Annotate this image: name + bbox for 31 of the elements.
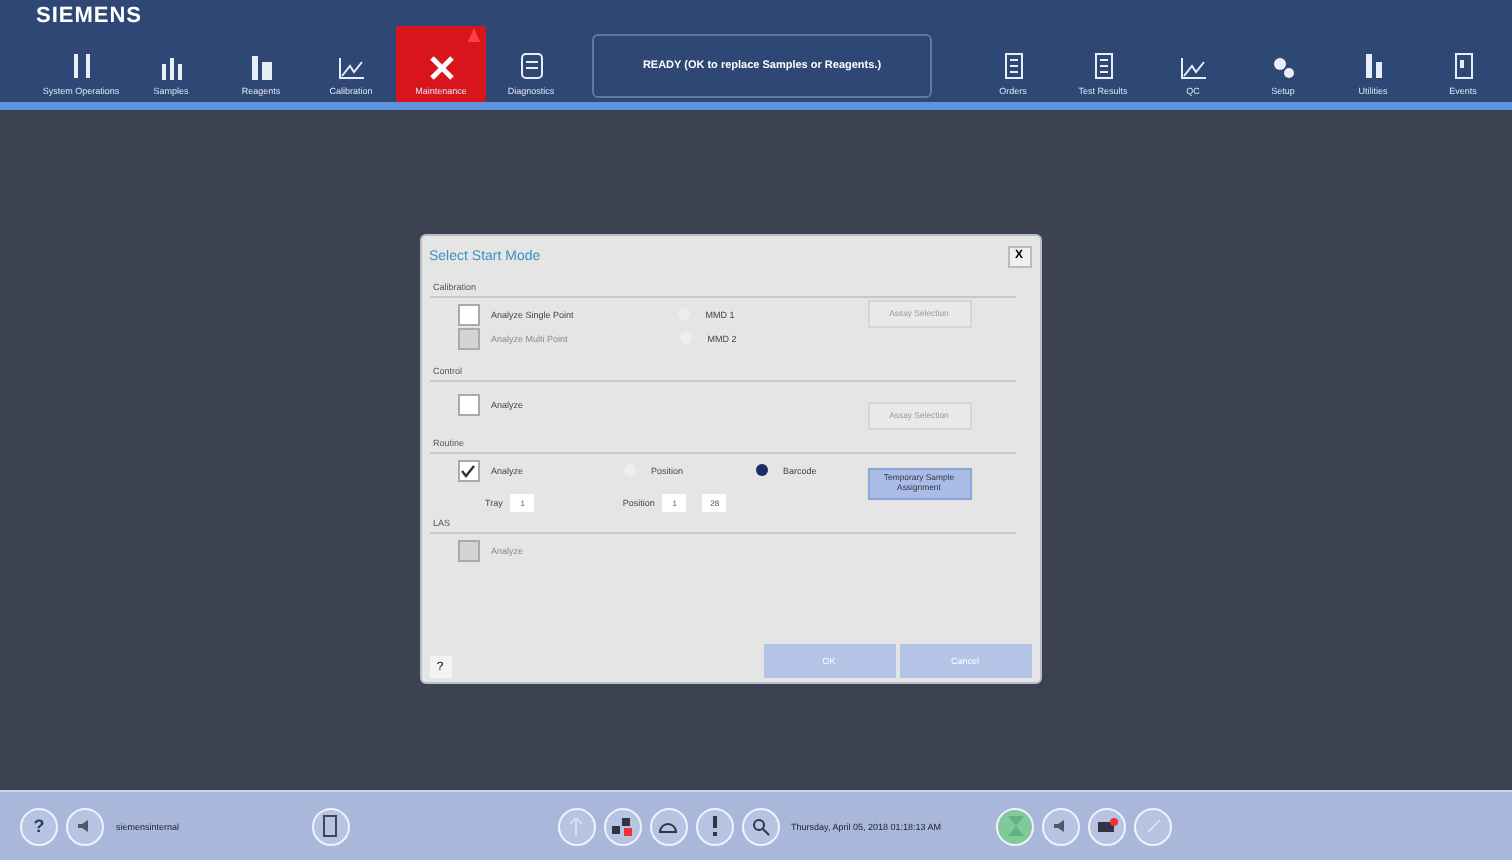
exclamation-icon xyxy=(711,816,718,836)
gauge-icon xyxy=(658,819,679,833)
printer-icon xyxy=(1097,818,1118,834)
gears-icon xyxy=(1271,56,1295,80)
printer-button[interactable] xyxy=(1088,807,1127,845)
checkmark-icon xyxy=(460,463,476,477)
checkbox[interactable] xyxy=(457,303,479,325)
diagnostics-icon xyxy=(519,52,543,80)
checkbox[interactable] xyxy=(457,393,479,415)
speaker-button[interactable] xyxy=(66,807,104,845)
arrow-up-icon xyxy=(570,817,583,835)
help-button[interactable]: ? xyxy=(20,807,58,845)
brand-logo: SIEMENS xyxy=(36,2,145,26)
list-icon xyxy=(1003,52,1023,80)
line-chart-icon xyxy=(1179,56,1207,80)
gauge-button[interactable] xyxy=(649,807,688,845)
hourglass-icon xyxy=(1007,816,1024,836)
checkbox[interactable] xyxy=(457,459,479,481)
document-icon xyxy=(1453,52,1473,80)
sliders-icon xyxy=(71,52,91,80)
network-icon xyxy=(612,817,633,835)
search-icon xyxy=(751,817,770,835)
alert-button[interactable] xyxy=(695,807,734,845)
network-button[interactable] xyxy=(603,807,642,845)
search-button[interactable] xyxy=(741,807,780,845)
rack-button[interactable] xyxy=(311,807,350,845)
speaker-icon xyxy=(76,818,94,834)
radio-button[interactable] xyxy=(755,464,768,476)
line-chart-icon xyxy=(337,56,365,80)
speaker-button[interactable] xyxy=(1042,807,1081,845)
list-icon xyxy=(1093,52,1113,80)
